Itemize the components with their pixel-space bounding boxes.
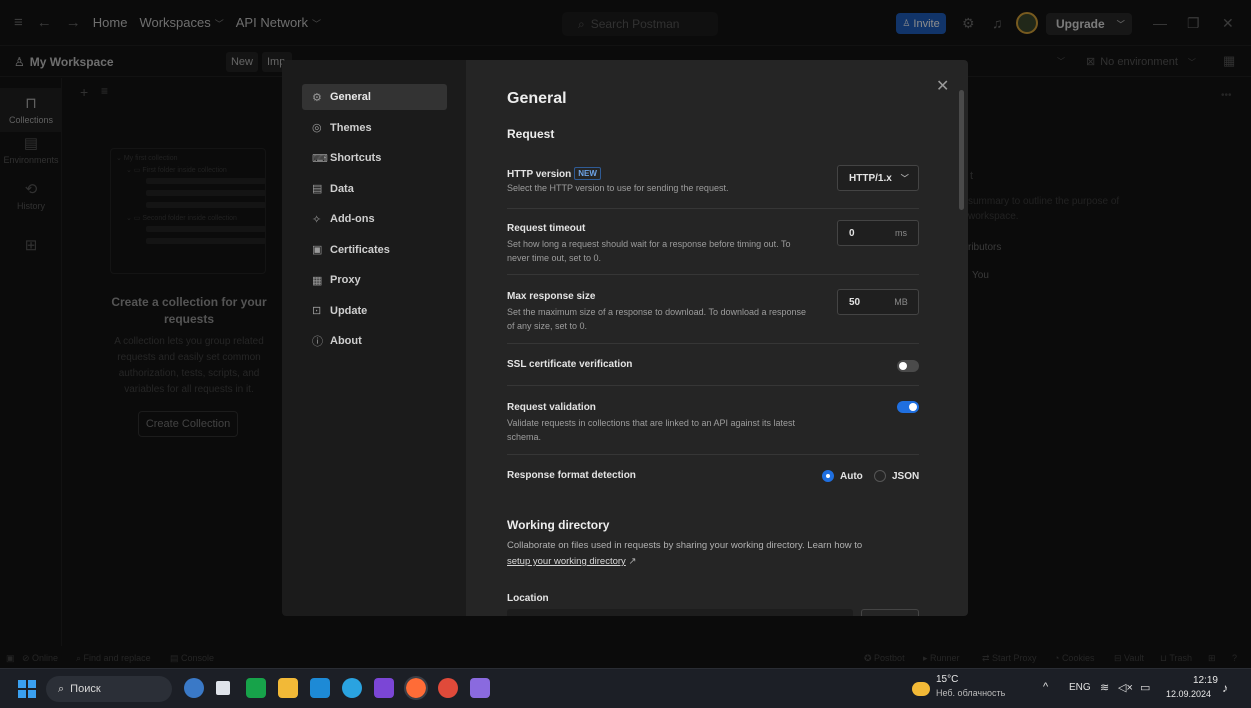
request-timeout-desc: Set how long a request should wait for a… — [507, 239, 791, 263]
settings-title: General — [507, 90, 567, 107]
request-validation-label: Request validation — [507, 402, 596, 413]
settings-nav-general[interactable]: ⚙ General — [302, 84, 447, 110]
keyboard-icon: ⌨ — [312, 152, 328, 165]
widgets-icon[interactable] — [184, 678, 204, 698]
settings-nav-shortcuts[interactable]: ⌨ Shortcuts — [302, 145, 447, 171]
postman-icon[interactable] — [404, 676, 428, 700]
proxy-icon: ▦ — [312, 274, 323, 287]
close-icon[interactable]: ✕ — [936, 76, 949, 96]
request-validation-desc: Validate requests in collections that ar… — [507, 418, 795, 442]
mail-icon[interactable] — [310, 678, 330, 698]
max-response-size-label: Max response size — [507, 291, 596, 302]
sparkle-icon: ✧ — [312, 213, 322, 226]
chevron-down-icon: ﹀ — [900, 173, 909, 183]
palette-icon: ◎ — [312, 122, 322, 134]
settings-nav-update[interactable]: ⊡ Update — [302, 298, 447, 324]
request-heading: Request — [507, 127, 555, 141]
settings-content: ✕ General Request HTTP version NEW Select… — [466, 60, 968, 616]
settings-nav-about[interactable]: ⓘ About — [302, 328, 447, 354]
file-explorer-icon[interactable] — [278, 678, 298, 698]
request-timeout-label: Request timeout — [507, 223, 586, 234]
pycharm-icon[interactable] — [246, 678, 266, 698]
working-directory-desc: Collaborate on files used in requests by… — [507, 540, 863, 567]
chrome-icon[interactable] — [438, 678, 458, 698]
response-format-label: Response format detection — [507, 470, 636, 481]
http-version-desc: Select the HTTP version to use for sendi… — [507, 183, 729, 193]
windows-start-button[interactable] — [18, 680, 36, 698]
wifi-icon[interactable]: ≋ — [1100, 681, 1109, 694]
location-button[interactable] — [861, 609, 919, 616]
database-icon: ▤ — [312, 183, 323, 195]
info-icon: ⓘ — [312, 336, 323, 348]
external-link-icon: ↗ — [628, 556, 637, 567]
radio-json-label: JSON — [892, 471, 920, 482]
http-version-select[interactable]: HTTP/1.x ﹀ — [837, 165, 919, 191]
request-timeout-input[interactable]: 0 ms — [837, 220, 919, 246]
scrollbar[interactable] — [959, 90, 964, 210]
settings-nav-add-ons[interactable]: ✧ Add-ons — [302, 206, 447, 232]
weather-description: Неб. облачность — [936, 688, 1006, 698]
weather-icon[interactable] — [912, 682, 930, 696]
settings-nav-proxy[interactable]: ▦ Proxy — [302, 267, 447, 293]
request-validation-toggle[interactable] — [897, 401, 919, 413]
taskbar-search[interactable]: ⌕ Поиск — [46, 676, 172, 702]
radio-auto-label: Auto — [840, 471, 863, 482]
app-icon[interactable] — [470, 678, 490, 698]
settings-nav: ⚙ General ◎ Themes ⌨ Shortcuts ▤ Data ✧ Add-ons ▣ C… — [282, 60, 466, 616]
location-input[interactable] — [507, 609, 853, 616]
task-view-icon[interactable] — [216, 681, 230, 695]
working-directory-heading: Working directory — [507, 518, 610, 532]
new-badge: NEW — [574, 167, 601, 180]
radio-auto[interactable] — [822, 470, 834, 482]
language-indicator[interactable]: ENG — [1069, 682, 1091, 693]
chevron-up-icon[interactable]: ^ — [1043, 681, 1048, 693]
setup-working-directory-link[interactable]: setup your working directory — [507, 556, 626, 567]
http-version-label: HTTP version NEW — [507, 167, 601, 180]
windows-taskbar: ⌕ Поиск 15°C Неб. облачность ^ ENG ≋ ◁× ▭… — [0, 668, 1251, 708]
clock-time[interactable]: 12:19 — [1186, 675, 1218, 686]
max-response-size-desc: Set the maximum size of a response to do… — [507, 307, 807, 331]
ssl-verification-toggle[interactable] — [897, 360, 919, 372]
update-icon: ⊡ — [312, 305, 322, 317]
search-icon: ⌕ — [58, 682, 65, 695]
clock-date[interactable]: 12.09.2024 — [1166, 689, 1211, 699]
weather-temperature: 15°C — [936, 674, 959, 685]
battery-icon[interactable]: ▭ — [1140, 681, 1150, 694]
radio-json[interactable] — [874, 470, 886, 482]
location-label: Location — [507, 593, 549, 604]
visual-studio-icon[interactable] — [374, 678, 394, 698]
notification-bell-icon[interactable]: ♪ — [1222, 681, 1228, 695]
telegram-icon[interactable] — [342, 678, 362, 698]
volume-icon[interactable]: ◁× — [1118, 681, 1133, 694]
max-response-size-input[interactable]: 50 MB — [837, 289, 919, 315]
postman-window: ≡ ← → Home Workspaces ﹀ API Network ﹀ ⌕ Se… — [0, 0, 1251, 668]
settings-nav-data[interactable]: ▤ Data — [302, 176, 447, 202]
certificate-icon: ▣ — [312, 244, 323, 256]
gear-icon: ⚙ — [312, 91, 322, 104]
ssl-verification-label: SSL certificate verification — [507, 359, 633, 370]
settings-nav-themes[interactable]: ◎ Themes — [302, 115, 447, 141]
settings-nav-certificates[interactable]: ▣ Certificates — [302, 237, 447, 263]
